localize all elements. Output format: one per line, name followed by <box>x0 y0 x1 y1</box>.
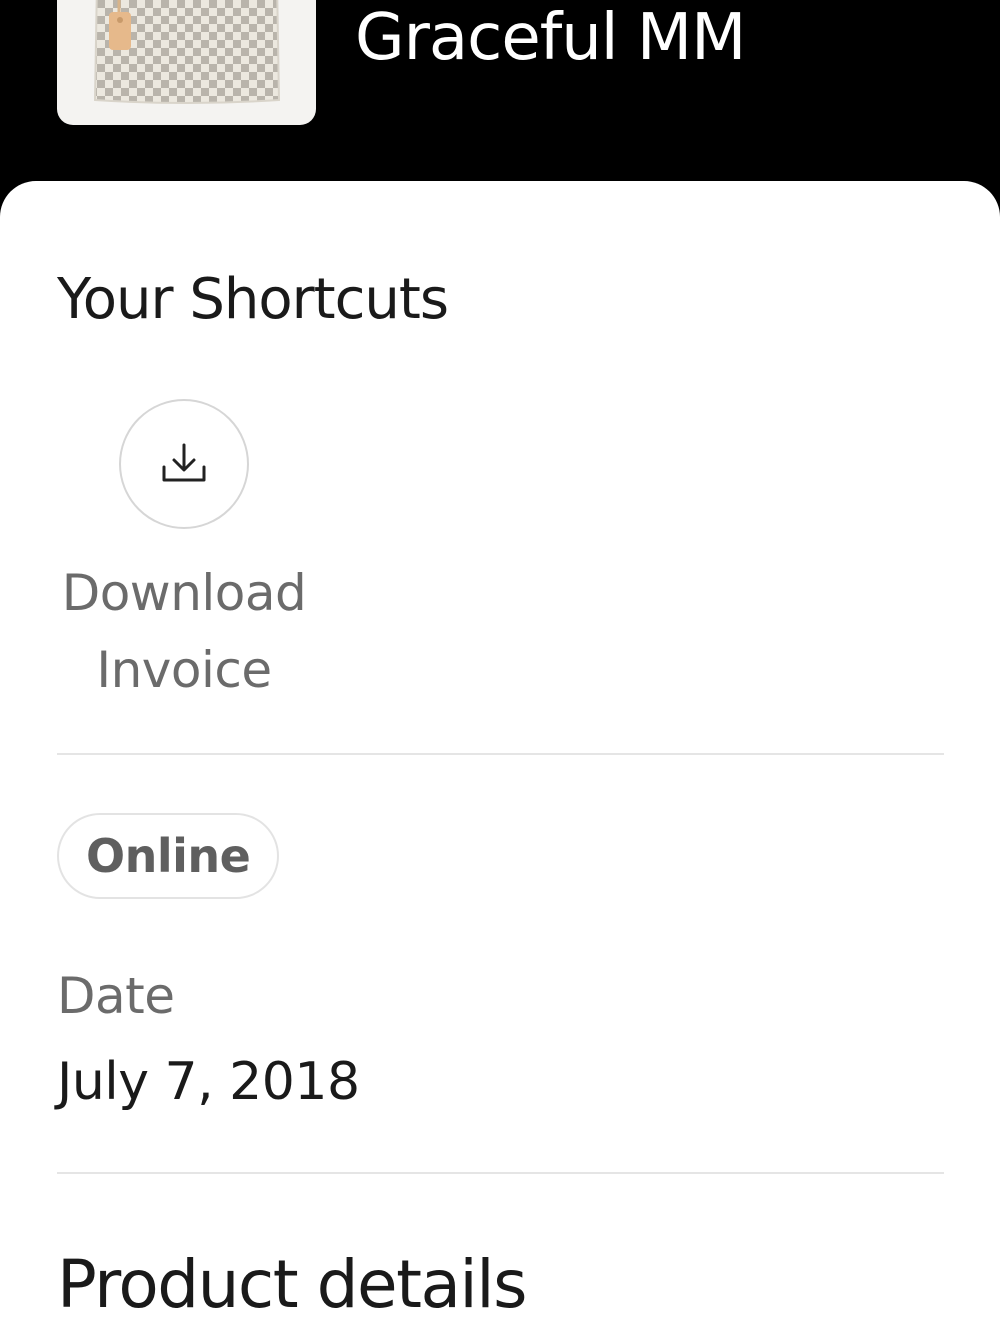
date-label: Date <box>57 967 175 1025</box>
download-invoice-button[interactable] <box>119 399 249 529</box>
product-details-heading: Product details <box>57 1246 527 1323</box>
handbag-image <box>93 0 281 104</box>
shortcuts-heading: Your Shortcuts <box>57 267 449 332</box>
download-invoice-shortcut[interactable]: Download Invoice <box>57 399 311 699</box>
order-details-card: Your Shortcuts Download Invoice Online D… <box>0 181 1000 1333</box>
divider <box>57 1172 944 1174</box>
download-invoice-label: Download Invoice <box>61 564 307 699</box>
purchase-channel-label: Online <box>86 829 251 883</box>
product-title: Graceful MM <box>355 1 746 75</box>
date-value: July 7, 2018 <box>57 1052 360 1112</box>
divider <box>57 753 944 755</box>
purchase-channel-badge: Online <box>57 813 280 899</box>
product-thumbnail <box>57 0 316 125</box>
order-detail-screen: Graceful MM Your Shortcuts Download Invo… <box>0 0 1000 1333</box>
product-header: Graceful MM <box>0 0 1000 200</box>
download-icon <box>162 443 206 482</box>
